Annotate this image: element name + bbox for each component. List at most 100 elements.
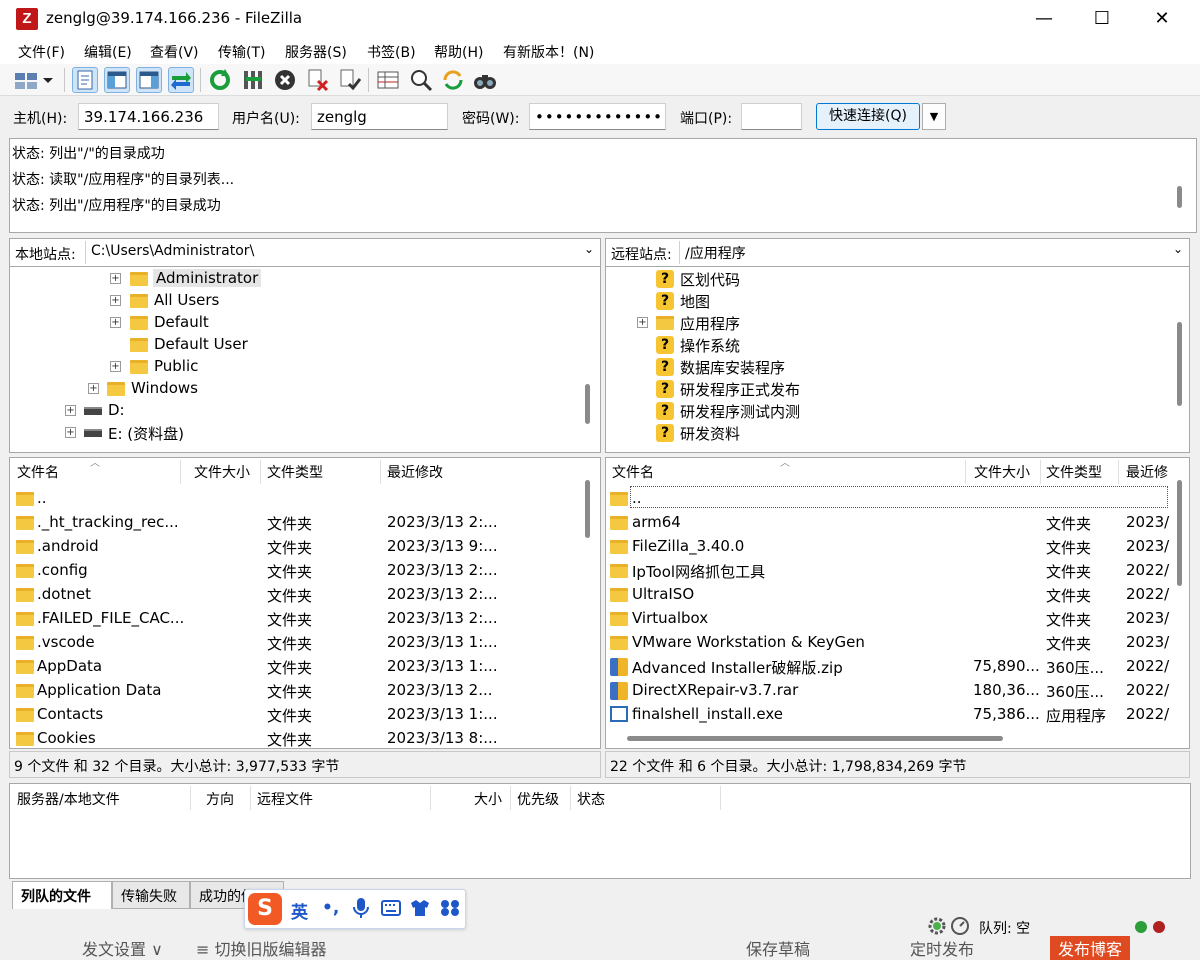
- menu-bookmarks[interactable]: 书签(B): [367, 42, 416, 62]
- port-input[interactable]: [741, 103, 802, 130]
- site-manager-icon[interactable]: [13, 67, 39, 93]
- directory-filter-icon[interactable]: [375, 67, 401, 93]
- tree-item-drive-d[interactable]: D:: [108, 401, 125, 419]
- local-cell-name[interactable]: Application Data: [37, 681, 161, 699]
- host-input[interactable]: 39.174.166.236: [78, 103, 219, 130]
- disconnect-icon[interactable]: [305, 67, 331, 93]
- menu-view[interactable]: 查看(V): [150, 42, 199, 62]
- local-directory-tree[interactable]: [9, 267, 601, 453]
- remote-cell-name[interactable]: finalshell_install.exe: [632, 705, 783, 723]
- tree-item-remote[interactable]: 研发程序测试内测: [680, 401, 800, 422]
- minimize-button[interactable]: —: [1014, 0, 1074, 38]
- column-separator[interactable]: [510, 786, 511, 810]
- menu-help[interactable]: 帮助(H): [434, 42, 483, 62]
- local-cell-name[interactable]: .android: [37, 537, 99, 555]
- ime-punctuation-toggle[interactable]: •,: [322, 898, 339, 918]
- remote-cell-name[interactable]: FileZilla_3.40.0: [632, 537, 744, 555]
- local-tree-scrollbar[interactable]: [585, 384, 590, 424]
- tree-item-default-user[interactable]: Default User: [154, 335, 248, 353]
- apps-icon[interactable]: [440, 899, 460, 921]
- tree-item-remote-selected[interactable]: 应用程序: [680, 313, 740, 334]
- column-separator[interactable]: [180, 460, 181, 484]
- toggle-message-log-icon[interactable]: [72, 67, 98, 93]
- remote-col-filetype[interactable]: 文件类型: [1046, 462, 1102, 482]
- remote-col-filename[interactable]: 文件名: [612, 462, 654, 482]
- column-separator[interactable]: [570, 786, 571, 810]
- refresh-icon[interactable]: [207, 67, 233, 93]
- column-separator[interactable]: [430, 786, 431, 810]
- remote-col-filesize[interactable]: 文件大小: [974, 462, 1030, 482]
- keyboard-icon[interactable]: [381, 900, 401, 920]
- remote-cell-name[interactable]: ..: [632, 489, 642, 507]
- password-input[interactable]: •••••••••••••: [529, 103, 666, 130]
- tree-item-remote[interactable]: 地图: [680, 291, 710, 312]
- menu-server[interactable]: 服务器(S): [285, 42, 347, 62]
- skin-icon[interactable]: [410, 899, 430, 921]
- column-separator[interactable]: [965, 460, 966, 484]
- toggle-filter-icon[interactable]: [408, 67, 434, 93]
- remote-cell-name[interactable]: IpTool网络抓包工具: [632, 561, 765, 582]
- menu-edit[interactable]: 编辑(E): [84, 42, 132, 62]
- local-cell-name[interactable]: .dotnet: [37, 585, 91, 603]
- tree-item-windows[interactable]: Windows: [131, 379, 198, 397]
- column-separator[interactable]: [1040, 460, 1041, 484]
- menu-file[interactable]: 文件(F): [18, 42, 65, 62]
- remote-path-combobox[interactable]: /应用程序 ⌄: [679, 241, 1188, 264]
- remote-cell-name[interactable]: Advanced Installer破解版.zip: [632, 657, 843, 678]
- sogou-logo-icon[interactable]: S: [248, 893, 282, 925]
- log-scrollbar[interactable]: [1177, 186, 1182, 208]
- tree-item-default[interactable]: Default: [154, 313, 209, 331]
- expand-icon[interactable]: +: [637, 317, 648, 328]
- cancel-icon[interactable]: [272, 67, 298, 93]
- search-icon[interactable]: [472, 67, 498, 93]
- process-queue-icon[interactable]: [240, 67, 266, 93]
- local-cell-name[interactable]: ._ht_tracking_rec...: [37, 513, 179, 531]
- column-separator[interactable]: [1118, 460, 1119, 484]
- queue-col-status[interactable]: 状态: [577, 789, 605, 809]
- column-separator[interactable]: [260, 460, 261, 484]
- local-col-filesize[interactable]: 文件大小: [194, 462, 250, 482]
- tree-item-all-users[interactable]: All Users: [154, 291, 219, 309]
- chevron-down-icon[interactable]: ⌄: [1173, 242, 1183, 256]
- column-separator[interactable]: [250, 786, 251, 810]
- tree-item-remote[interactable]: 区划代码: [680, 269, 740, 290]
- tree-item-remote[interactable]: 操作系统: [680, 335, 740, 356]
- local-cell-name[interactable]: Contacts: [37, 705, 103, 723]
- queue-col-local-file[interactable]: 服务器/本地文件: [17, 789, 120, 809]
- expand-icon[interactable]: +: [110, 317, 121, 328]
- column-separator[interactable]: [380, 460, 381, 484]
- microphone-icon[interactable]: [352, 897, 370, 923]
- queue-col-priority[interactable]: 优先级: [517, 789, 559, 809]
- remote-cell-name[interactable]: UltraISO: [632, 585, 694, 603]
- toggle-local-tree-icon[interactable]: [104, 67, 130, 93]
- tree-item-remote[interactable]: 数据库安装程序: [680, 357, 785, 378]
- remote-cell-name[interactable]: Virtualbox: [632, 609, 708, 627]
- queue-col-remote-file[interactable]: 远程文件: [257, 789, 313, 809]
- expand-icon[interactable]: +: [88, 383, 99, 394]
- local-cell-name[interactable]: Cookies: [37, 729, 96, 747]
- tree-item-public[interactable]: Public: [154, 357, 198, 375]
- toggle-remote-tree-icon[interactable]: [136, 67, 162, 93]
- local-cell-name[interactable]: AppData: [37, 657, 102, 675]
- remote-cell-name[interactable]: VMware Workstation & KeyGen: [632, 633, 865, 651]
- local-cell-name[interactable]: .FAILED_FILE_CAC...: [37, 609, 184, 627]
- remote-tree-scrollbar[interactable]: [1177, 322, 1182, 406]
- menu-transfer[interactable]: 传输(T): [218, 42, 265, 62]
- quickconnect-button[interactable]: 快速连接(Q): [816, 103, 920, 130]
- local-cell-name[interactable]: .config: [37, 561, 88, 579]
- chevron-down-icon[interactable]: ⌄: [584, 242, 594, 256]
- sync-browsing-icon[interactable]: [440, 67, 466, 93]
- remote-col-modified[interactable]: 最近修: [1126, 462, 1168, 482]
- tree-item-remote[interactable]: 研发资料: [680, 423, 740, 444]
- expand-icon[interactable]: +: [65, 427, 76, 438]
- dropdown-arrow-icon[interactable]: [40, 67, 56, 93]
- menu-new-version[interactable]: 有新版本！(N): [503, 42, 594, 62]
- username-input[interactable]: zenglg: [311, 103, 448, 130]
- local-cell-name[interactable]: ..: [37, 489, 47, 507]
- local-cell-name[interactable]: .vscode: [37, 633, 95, 651]
- reconnect-icon[interactable]: [337, 67, 363, 93]
- local-col-filename[interactable]: 文件名: [17, 462, 59, 482]
- expand-icon[interactable]: +: [110, 273, 121, 284]
- tree-item-remote[interactable]: 研发程序正式发布: [680, 379, 800, 400]
- local-col-filetype[interactable]: 文件类型: [267, 462, 323, 482]
